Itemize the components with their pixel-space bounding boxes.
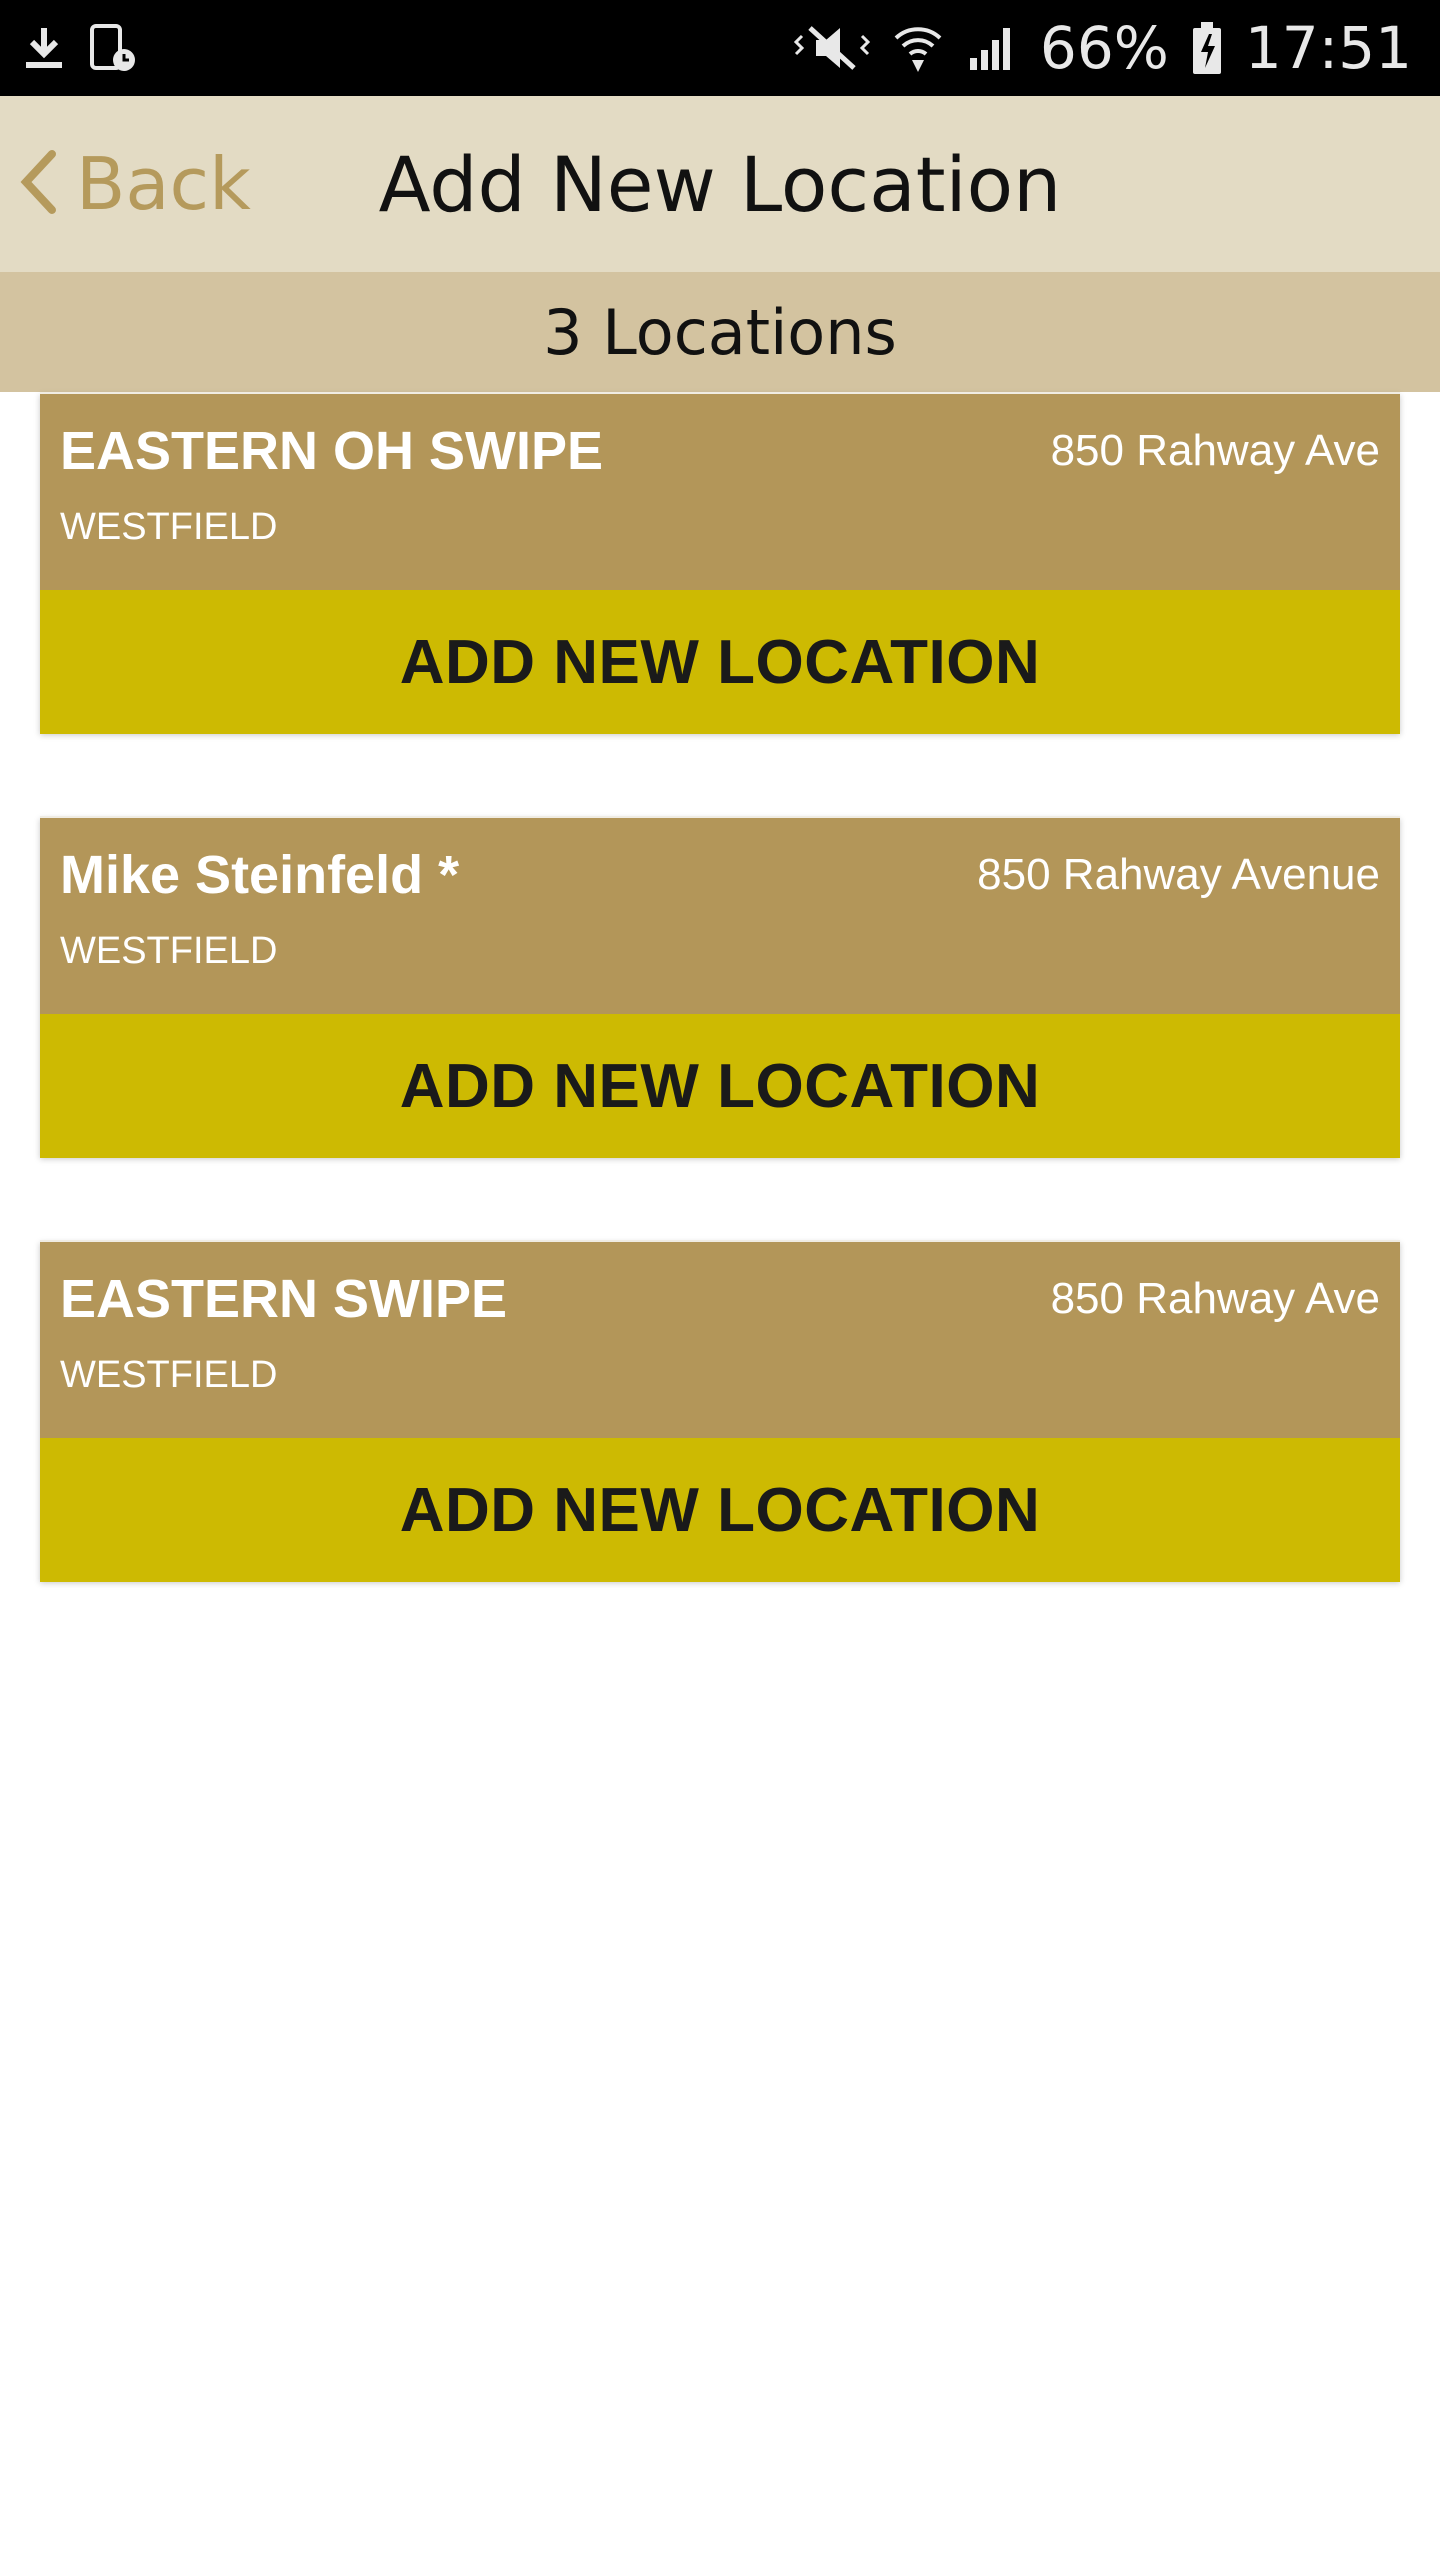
battery-charging-icon xyxy=(1191,20,1223,76)
location-address: 850 Rahway Ave xyxy=(1050,426,1380,475)
location-list: EASTERN OH SWIPE 850 Rahway Ave WESTFIEL… xyxy=(0,392,1440,1582)
mute-vibrate-icon xyxy=(793,22,870,74)
location-name: EASTERN SWIPE xyxy=(60,1269,508,1329)
location-name: Mike Steinfeld * xyxy=(60,845,460,905)
add-new-location-label: ADD NEW LOCATION xyxy=(399,627,1041,697)
location-card: EASTERN SWIPE 850 Rahway Ave WESTFIELD A… xyxy=(40,1240,1400,1582)
location-address: 850 Rahway Ave xyxy=(1050,1274,1380,1323)
wifi-icon xyxy=(892,22,944,74)
add-new-location-label: ADD NEW LOCATION xyxy=(399,1475,1041,1545)
location-city: WESTFIELD xyxy=(60,506,278,548)
status-bar: 66% 17:51 xyxy=(0,0,1440,96)
location-count-bar: 3 Locations xyxy=(0,272,1440,392)
location-info[interactable]: EASTERN OH SWIPE 850 Rahway Ave WESTFIEL… xyxy=(40,394,1400,590)
add-new-location-button[interactable]: ADD NEW LOCATION xyxy=(40,590,1400,734)
status-left xyxy=(22,22,138,74)
clock: 17:51 xyxy=(1244,14,1412,82)
page-title: Add New Location xyxy=(378,139,1062,229)
location-info[interactable]: Mike Steinfeld * 850 Rahway Avenue WESTF… xyxy=(40,818,1400,1014)
app-header: Back Add New Location xyxy=(0,96,1440,272)
add-new-location-label: ADD NEW LOCATION xyxy=(399,1051,1041,1121)
back-label: Back xyxy=(76,142,251,226)
add-new-location-button[interactable]: ADD NEW LOCATION xyxy=(40,1014,1400,1158)
location-city: WESTFIELD xyxy=(60,930,278,972)
download-icon xyxy=(22,24,66,72)
device-clock-icon xyxy=(88,22,138,74)
location-info[interactable]: EASTERN SWIPE 850 Rahway Ave WESTFIELD xyxy=(40,1242,1400,1438)
location-card: EASTERN OH SWIPE 850 Rahway Ave WESTFIEL… xyxy=(40,392,1400,734)
location-name: EASTERN OH SWIPE xyxy=(60,421,604,481)
location-address: 850 Rahway Avenue xyxy=(977,850,1380,899)
location-count: 3 Locations xyxy=(543,295,897,369)
add-new-location-button[interactable]: ADD NEW LOCATION xyxy=(40,1438,1400,1582)
battery-percent: 66% xyxy=(1039,14,1169,82)
signal-icon xyxy=(966,22,1018,74)
location-card: Mike Steinfeld * 850 Rahway Avenue WESTF… xyxy=(40,816,1400,1158)
chevron-left-icon xyxy=(18,148,58,221)
back-button[interactable]: Back xyxy=(18,96,251,272)
location-city: WESTFIELD xyxy=(60,1354,278,1396)
status-right: 66% 17:51 xyxy=(793,14,1412,82)
